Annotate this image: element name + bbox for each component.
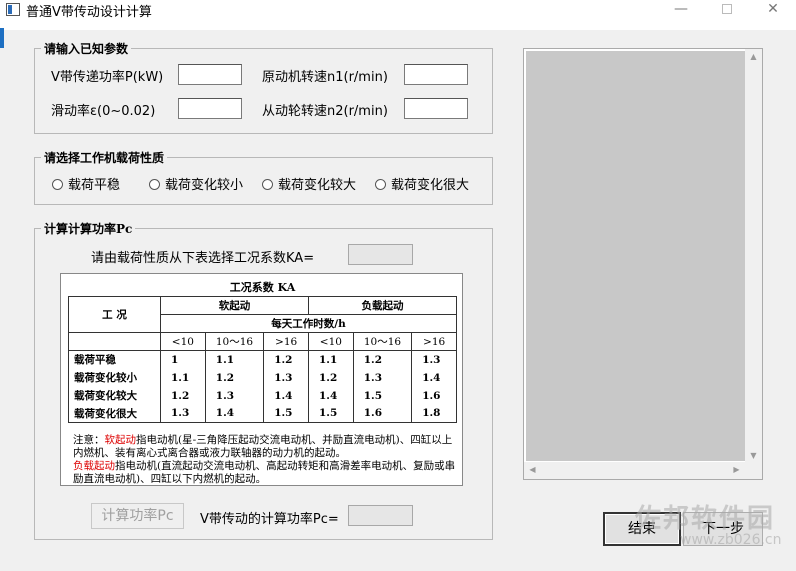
ka-cell: 1.4 [411, 368, 457, 387]
hours-header: 每天工作时数/h [160, 314, 457, 333]
ka-cell: 1.2 [307, 368, 354, 387]
table-row: 载荷变化较小 1.1 1.2 1.3 1.2 1.3 1.4 [68, 368, 457, 387]
vertical-scrollbar[interactable]: ▲ ▼ [745, 49, 762, 463]
note-prefix: 注意： [73, 434, 105, 446]
ka-cell: 1.3 [352, 368, 413, 387]
table-row: 载荷变化较大 1.2 1.3 1.4 1.4 1.5 1.6 [68, 386, 457, 405]
known-params-legend: 请输入已知参数 [41, 40, 132, 57]
scroll-down-icon[interactable]: ▼ [745, 451, 762, 460]
row-name: 载荷变化较小 [68, 368, 161, 387]
ka-cell: 1.3 [160, 404, 206, 423]
ka-table-caption: 工况系数 KA [229, 281, 296, 294]
load-start-header: 负载起动 [307, 296, 458, 315]
ka-input[interactable] [348, 244, 413, 265]
radio-load-small-variation[interactable]: 载荷变化较小 [149, 174, 243, 193]
row-name: 载荷变化很大 [68, 404, 161, 423]
table-row: 载荷变化很大 1.3 1.4 1.5 1.5 1.6 1.8 [68, 404, 457, 423]
radio-icon [149, 179, 160, 190]
ka-cell: 1.5 [263, 404, 309, 423]
ka-cell: 1 [160, 350, 206, 369]
radio-load-large-variation[interactable]: 载荷变化较大 [262, 174, 356, 193]
listbox-content [526, 51, 745, 461]
ka-cell: 1.2 [204, 368, 265, 387]
radio-label: 载荷平稳 [68, 178, 121, 193]
scroll-right-icon[interactable]: ▶ [728, 465, 745, 474]
app-icon [6, 3, 20, 16]
ka-table: 工 况 软起动 负载起动 每天工作时数/h <10 10～16 >16 <10 … [68, 296, 458, 423]
maximize-button[interactable] [704, 0, 750, 20]
ka-cell: 1.6 [352, 404, 413, 423]
radio-icon [375, 179, 386, 190]
ka-cell: 1.1 [307, 350, 354, 369]
radio-label: 载荷变化较大 [278, 178, 357, 193]
calc-power-legend: 计算计算功率Pc [41, 220, 136, 237]
empty-cell [68, 332, 161, 351]
scrollbar-corner [745, 462, 762, 479]
close-button[interactable]: ✕ [750, 0, 796, 20]
note-soft-term: 软起动 [104, 434, 137, 446]
watermark-text: 佐邦软件园 [635, 504, 776, 534]
radio-label: 载荷变化较小 [165, 178, 244, 193]
accent-strip [0, 28, 4, 48]
ka-note: 注意：软起动指电动机(星-三角降压起动交流电动机、并励直流电动机)、四缸以上内燃… [73, 434, 458, 486]
ka-cell: 1.4 [307, 386, 354, 405]
ka-cell: 1.1 [204, 350, 265, 369]
condition-header: 工 况 [68, 296, 161, 333]
table-row: 载荷平稳 1 1.1 1.2 1.1 1.2 1.3 [68, 350, 457, 369]
maximize-icon [722, 4, 732, 14]
ka-cell: 1.3 [204, 386, 265, 405]
result-listbox[interactable]: ▲ ▼ ◀ ▶ [523, 48, 763, 480]
motor-speed-label: 原动机转速n1(r/min) [262, 70, 388, 85]
driven-speed-input[interactable] [404, 98, 468, 119]
soft-start-header: 软起动 [160, 296, 309, 315]
ka-cell: 1.5 [307, 404, 354, 423]
result-label: V带传动的计算功率Pc= [200, 512, 339, 527]
ka-prompt: 请由载荷性质从下表选择工况系数KA= [91, 251, 315, 266]
row-name: 载荷平稳 [68, 350, 161, 369]
motor-speed-input[interactable] [404, 64, 468, 85]
hour-range: 10～16 [352, 332, 413, 351]
hour-range: 10～16 [204, 332, 265, 351]
ka-cell: 1.2 [160, 386, 206, 405]
known-params-group: 请输入已知参数 [34, 40, 493, 134]
ka-cell: 1.2 [263, 350, 309, 369]
ka-cell: 1.4 [263, 386, 309, 405]
ka-cell: 1.8 [411, 404, 457, 423]
horizontal-scrollbar[interactable]: ◀ ▶ [524, 462, 745, 479]
slip-label: 滑动率ε(0~0.02) [51, 104, 156, 119]
hour-range: >16 [411, 332, 457, 351]
window-title: 普通V带传动设计计算 [26, 5, 152, 20]
ka-table-image: 工况系数 KA 工 况 软起动 负载起动 每天工作时数/h <10 10～16 … [60, 273, 463, 486]
watermark-url: www.zb026.cn [680, 532, 782, 548]
radio-load-steady[interactable]: 载荷平稳 [52, 174, 120, 193]
radio-load-very-large-variation[interactable]: 载荷变化很大 [375, 174, 469, 193]
note-load-term: 负载起动 [73, 460, 115, 472]
driven-speed-label: 从动轮转速n2(r/min) [262, 104, 388, 119]
ka-cell: 1.3 [411, 350, 457, 369]
radio-label: 载荷变化很大 [391, 178, 470, 193]
minimize-button[interactable]: — [658, 0, 704, 20]
hour-range: <10 [307, 332, 354, 351]
ka-cell: 1.4 [204, 404, 265, 423]
ka-cell: 1.2 [352, 350, 413, 369]
ka-cell: 1.6 [411, 386, 457, 405]
title-bar: 普通V带传动设计计算 — ✕ [0, 0, 796, 30]
ka-cell: 1.1 [160, 368, 206, 387]
scroll-up-icon[interactable]: ▲ [745, 52, 762, 61]
slip-input[interactable] [178, 98, 242, 119]
radio-icon [52, 179, 63, 190]
power-input[interactable] [178, 64, 242, 85]
calc-power-button[interactable]: 计算功率Pc [91, 503, 184, 529]
row-name: 载荷变化较大 [68, 386, 161, 405]
ka-cell: 1.3 [263, 368, 309, 387]
scroll-left-icon[interactable]: ◀ [524, 465, 541, 474]
ka-cell: 1.5 [352, 386, 413, 405]
radio-icon [262, 179, 273, 190]
power-label: V带传递功率P(kW) [51, 70, 164, 85]
hour-range: <10 [160, 332, 206, 351]
note-load-text: 指电动机(直流起动交流电动机、高起动转矩和高滑差率电动机、复励或串励直流电动机)… [73, 460, 456, 485]
hour-range: >16 [263, 332, 309, 351]
load-type-legend: 请选择工作机载荷性质 [41, 149, 168, 166]
result-input[interactable] [348, 505, 413, 526]
